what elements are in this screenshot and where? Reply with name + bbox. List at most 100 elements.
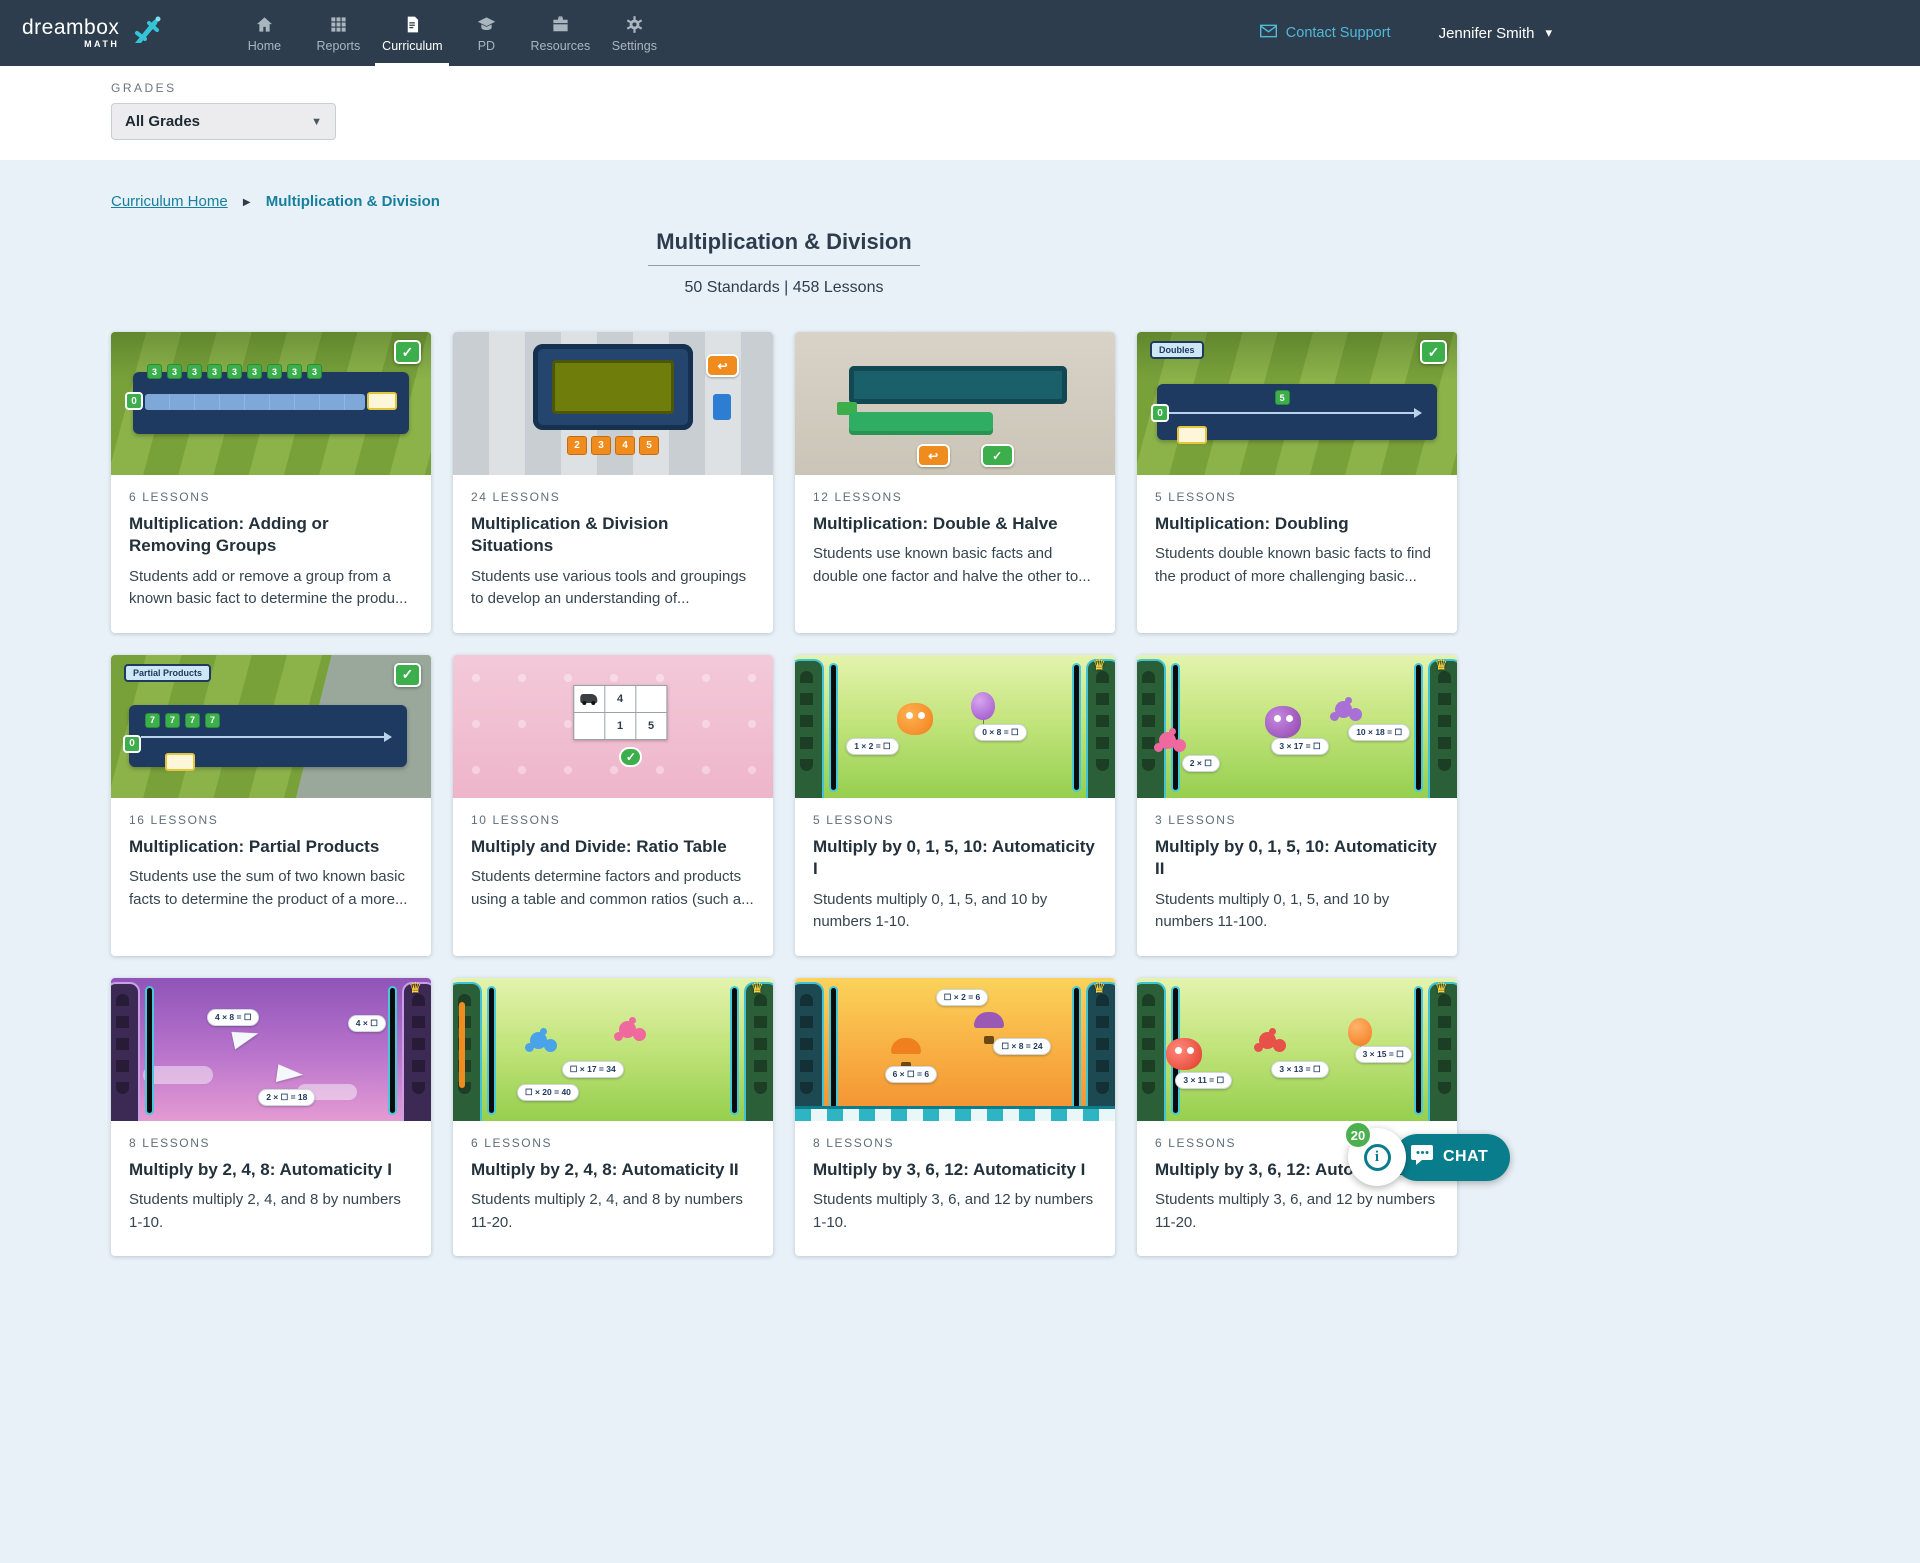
dropdown-arrow-icon: ▼ <box>311 116 322 128</box>
dreambox-logo[interactable]: dreambox MATH <box>0 0 165 66</box>
lesson-title[interactable]: Multiplication: Partial Products <box>129 836 413 858</box>
strategy-label: Partial Products <box>124 664 211 682</box>
monster-sprite <box>897 703 933 735</box>
reports-grid-icon <box>329 15 348 34</box>
lesson-grid: ✓ 333333333 0 6 LESSONS Multiplication: … <box>111 332 1457 1256</box>
game-tower <box>1428 982 1457 1121</box>
game-tower <box>453 982 482 1121</box>
answer-box <box>367 392 397 410</box>
lesson-title[interactable]: Multiply by 2, 4, 8: Automaticity II <box>471 1159 755 1181</box>
lesson-description: Students use various tools and groupings… <box>471 566 755 611</box>
lesson-card[interactable]: Partial Products ✓ 7777 0 16 LESSONS Mul… <box>111 655 431 956</box>
lesson-card[interactable]: ♛ ☐ × 17 = 34 ☐ × 20 = 40 6 LESSONS Mult… <box>453 978 773 1256</box>
lesson-description: Students multiply 2, 4, and 8 by numbers… <box>471 1189 755 1234</box>
confirm-check-icon: ✓ <box>619 747 642 767</box>
lesson-title[interactable]: Multiply by 0, 1, 5, 10: Automaticity I <box>813 836 1097 881</box>
grades-dropdown[interactable]: All Grades ▼ <box>111 103 336 140</box>
lesson-card[interactable]: ♛ 2 × ☐ 3 × 17 = ☐ 10 × 18 = ☐ 3 LESSONS… <box>1137 655 1457 956</box>
envelope-icon <box>1260 24 1277 42</box>
logo-wordmark: dreambox <box>22 17 119 38</box>
lesson-card[interactable]: ♛ 1 × 2 = ☐ 0 × 8 = ☐ 5 LESSONS Multiply… <box>795 655 1115 956</box>
monster-sprite <box>1265 706 1301 738</box>
lesson-title[interactable]: Multiply and Divide: Ratio Table <box>471 836 755 858</box>
balloon-animal-sprite <box>530 1032 547 1049</box>
lesson-title[interactable]: Multiplication: Adding or Removing Group… <box>129 513 413 558</box>
strategy-label: Doubles <box>1150 341 1204 359</box>
car-icon <box>581 694 598 703</box>
grades-filter-bar: GRADES All Grades ▼ <box>0 66 1920 160</box>
lesson-count: 3 LESSONS <box>1155 813 1439 827</box>
page-subtitle: 50 Standards | 458 Lessons <box>111 279 1457 297</box>
nav-label: Reports <box>317 39 361 53</box>
lesson-title[interactable]: Multiplication & Division Situations <box>471 513 755 558</box>
nav-home[interactable]: Home <box>227 0 301 66</box>
lesson-card[interactable]: 4 1 5 ✓ 10 LESSONS Multiply and Divide: … <box>453 655 773 956</box>
lesson-title[interactable]: Multiply by 2, 4, 8: Automaticity I <box>129 1159 413 1181</box>
crown-icon: ♛ <box>1435 656 1448 674</box>
contact-support-label: Contact Support <box>1286 25 1391 41</box>
graduation-cap-icon <box>477 15 496 34</box>
lesson-card[interactable]: Doubles ✓ 5 0 5 LESSONS Multiplication: … <box>1137 332 1457 633</box>
chat-widget: 20 i CHAT <box>1348 1128 1510 1186</box>
nav-label: Resources <box>531 39 591 53</box>
lesson-card[interactable]: ✓ 333333333 0 6 LESSONS Multiplication: … <box>111 332 431 633</box>
nav-label: PD <box>478 39 495 53</box>
lesson-description: Students use the sum of two known basic … <box>129 866 413 911</box>
balloon-animal-sprite <box>1335 701 1352 718</box>
lesson-card[interactable]: ↩ 2 3 4 5 24 LESSONS Multiplication & Di… <box>453 332 773 633</box>
crown-icon: ♛ <box>409 979 422 997</box>
lesson-card[interactable]: ↩ ✓ 12 LESSONS Multiplication: Double & … <box>795 332 1115 633</box>
paper-plane-sprite <box>276 1065 304 1086</box>
lesson-description: Students determine factors and products … <box>471 866 755 911</box>
game-tower <box>111 982 140 1121</box>
lesson-count: 8 LESSONS <box>129 1136 413 1150</box>
confirm-check-icon: ✓ <box>981 444 1014 467</box>
awning <box>795 1106 1115 1121</box>
lesson-title[interactable]: Multiply by 0, 1, 5, 10: Automaticity II <box>1155 836 1439 881</box>
parachute-sprite <box>974 1012 1004 1028</box>
lesson-count: 6 LESSONS <box>471 1136 755 1150</box>
page-title: Multiplication & Division <box>648 229 919 266</box>
lesson-title[interactable]: Multiplication: Doubling <box>1155 513 1439 535</box>
main-content: Curriculum Home ▶ Multiplication & Divis… <box>0 160 1920 1406</box>
nav-curriculum[interactable]: Curriculum <box>375 0 449 66</box>
nav-settings[interactable]: Settings <box>597 0 671 66</box>
primary-nav: Home Reports Curriculum PD Resources <box>227 0 671 66</box>
game-tower <box>744 982 773 1121</box>
lesson-description: Students add or remove a group from a kn… <box>129 566 413 611</box>
lesson-card[interactable]: ♛ 4 × 8 = ☐ 4 × ☐ 2 × ☐ = 18 8 LESSONS M… <box>111 978 431 1256</box>
lesson-thumbnail: ♛ 4 × 8 = ☐ 4 × ☐ 2 × ☐ = 18 <box>111 978 431 1121</box>
user-menu[interactable]: Jennifer Smith ▾ <box>1439 25 1552 42</box>
lesson-description: Students double known basic facts to fin… <box>1155 543 1439 588</box>
lesson-thumbnail: ✓ 333333333 0 <box>111 332 431 475</box>
balloon-animal-sprite <box>619 1021 636 1038</box>
check-icon: ✓ <box>394 663 421 687</box>
lesson-title[interactable]: Multiply by 3, 6, 12: Automaticity I <box>813 1159 1097 1181</box>
lesson-card[interactable]: ♛ ☐ × 2 = 6 ☐ × 8 = 24 6 × ☐ = 6 8 LESSO… <box>795 978 1115 1256</box>
game-tower <box>1086 659 1115 798</box>
numberline-zero: 0 <box>125 392 143 410</box>
numberline-zero: 0 <box>1151 404 1169 422</box>
lesson-count: 8 LESSONS <box>813 1136 1097 1150</box>
nav-pd[interactable]: PD <box>449 0 523 66</box>
lesson-thumbnail: Partial Products ✓ 7777 0 <box>111 655 431 798</box>
parachute-sprite <box>891 1038 921 1054</box>
chat-button[interactable]: CHAT <box>1394 1134 1510 1181</box>
lesson-thumbnail: ↩ 2 3 4 5 <box>453 332 773 475</box>
game-tower <box>1137 659 1166 798</box>
breadcrumb: Curriculum Home ▶ Multiplication & Divis… <box>111 193 1457 210</box>
game-tower <box>1086 982 1115 1121</box>
paper-plane-sprite <box>231 1027 260 1050</box>
lesson-count: 6 LESSONS <box>129 490 413 504</box>
grades-dropdown-value: All Grades <box>125 113 200 130</box>
lesson-card[interactable]: ♛ 3 × 11 = ☐ 3 × 13 = ☐ 3 × 15 = ☐ 6 LES… <box>1137 978 1457 1256</box>
green-bar <box>849 412 993 435</box>
nav-resources[interactable]: Resources <box>523 0 597 66</box>
lesson-thumbnail: ♛ 1 × 2 = ☐ 0 × 8 = ☐ <box>795 655 1115 798</box>
curriculum-document-icon <box>403 15 422 34</box>
contact-support-link[interactable]: Contact Support <box>1260 24 1391 42</box>
nav-reports[interactable]: Reports <box>301 0 375 66</box>
breadcrumb-curriculum-home[interactable]: Curriculum Home <box>111 193 228 210</box>
lesson-title[interactable]: Multiplication: Double & Halve <box>813 513 1097 535</box>
assist-button[interactable]: 20 i <box>1348 1128 1406 1186</box>
